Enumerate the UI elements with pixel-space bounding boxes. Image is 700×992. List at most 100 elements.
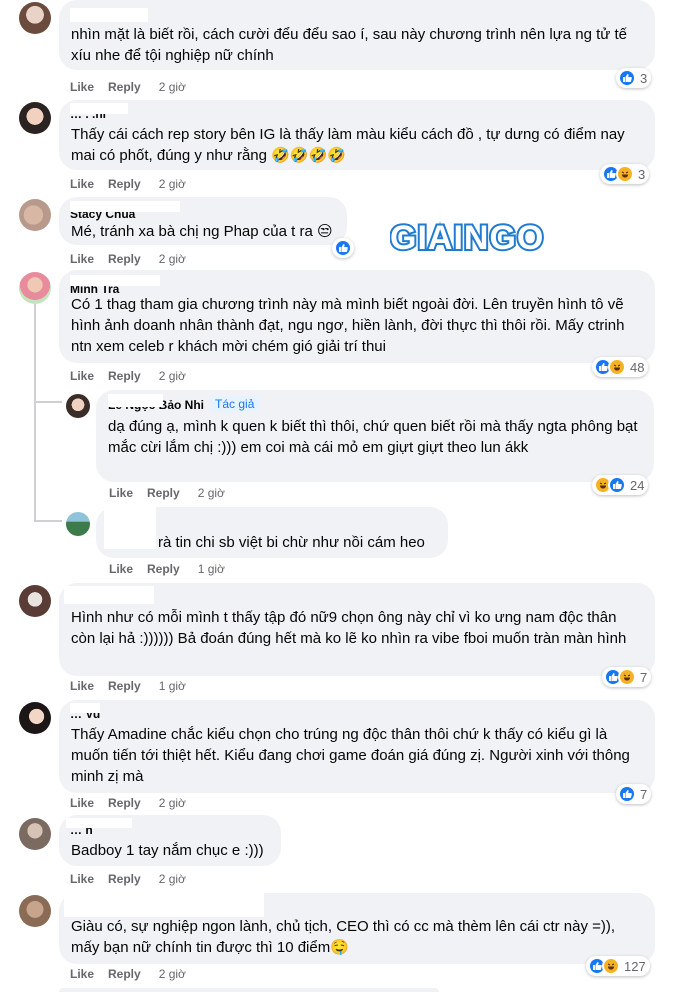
- timestamp[interactable]: 2 giờ: [159, 252, 186, 266]
- like-icon: [618, 69, 636, 87]
- timestamp[interactable]: 2 giờ: [159, 369, 186, 383]
- like-button[interactable]: Like: [70, 252, 94, 266]
- reply-button[interactable]: Reply: [108, 80, 141, 94]
- author-mask: [66, 818, 132, 828]
- like-button[interactable]: Like: [70, 369, 94, 383]
- reaction-summary[interactable]: 3: [600, 164, 650, 184]
- haha-icon: [608, 358, 626, 376]
- reply-actions: Like Reply 1 giờ: [109, 562, 239, 576]
- timestamp[interactable]: 2 giờ: [159, 80, 186, 94]
- thread-connector: [34, 401, 62, 403]
- avatar[interactable]: [66, 512, 90, 536]
- haha-icon: [616, 165, 634, 183]
- reply-actions: Like Reply 2 giờ: [109, 486, 239, 500]
- reply-text: rà tin chi sb việt bi chừ như nồi cám he…: [158, 534, 425, 551]
- comment-actions: Like Reply 2 giờ: [70, 177, 200, 191]
- reaction-count: 24: [630, 477, 645, 493]
- comment-text: Thấy Amadine chắc kiểu chọn cho trúng ng…: [71, 726, 630, 785]
- like-button[interactable]: Like: [70, 967, 94, 981]
- giaingo-logo: GIAINGO GIAINGO: [388, 217, 580, 260]
- avatar[interactable]: [19, 895, 51, 927]
- reaction-summary[interactable]: 48: [592, 357, 649, 377]
- author-badge: Tác giả: [210, 396, 260, 412]
- redacted-name: [70, 8, 148, 22]
- like-button[interactable]: Like: [109, 562, 133, 576]
- redacted-name: [104, 507, 156, 549]
- redacted-name: [64, 586, 154, 604]
- like-button[interactable]: Like: [70, 872, 94, 886]
- avatar[interactable]: [19, 2, 51, 34]
- redacted-name: [64, 893, 264, 917]
- like-icon: [608, 476, 626, 494]
- comment-text: Giàu có, sự nghiệp ngon lành, chủ tịch, …: [71, 918, 616, 956]
- avatar[interactable]: [19, 818, 51, 850]
- author-mask: [70, 103, 128, 114]
- comment-text: Hình như có mỗi mình t thấy tập đó nữ9 c…: [71, 609, 627, 647]
- reply-button[interactable]: Reply: [147, 562, 180, 576]
- like-icon: [618, 785, 636, 803]
- like-button[interactable]: Like: [70, 80, 94, 94]
- comment-actions: Like Reply 2 giờ: [70, 252, 200, 266]
- timestamp[interactable]: 2 giờ: [159, 177, 186, 191]
- reply-button[interactable]: Reply: [147, 486, 180, 500]
- timestamp[interactable]: 2 giờ: [159, 872, 186, 886]
- reaction-count: 3: [638, 166, 646, 182]
- reply-button[interactable]: Reply: [108, 369, 141, 383]
- reaction-summary[interactable]: 7: [602, 667, 652, 687]
- comment-actions: Like Reply 2 giờ: [70, 872, 200, 886]
- comment-text: Badboy 1 tay nắm chục e :))): [71, 842, 264, 859]
- comment-actions: Like Reply 2 giờ: [70, 80, 200, 94]
- like-button[interactable]: Like: [109, 486, 133, 500]
- like-button[interactable]: Like: [70, 679, 94, 693]
- like-icon: [334, 239, 352, 257]
- watermark-text-fill: GIAINGO: [390, 219, 544, 255]
- comment-text: Thấy cái cách rep story bên IG là thấy l…: [71, 126, 625, 164]
- reaction-summary[interactable]: 3: [616, 68, 652, 88]
- reply-button[interactable]: Reply: [108, 872, 141, 886]
- reaction-count: 7: [640, 786, 648, 802]
- reaction-count: 7: [640, 669, 648, 685]
- avatar[interactable]: [19, 585, 51, 617]
- reaction-count: 3: [640, 70, 648, 86]
- reply-text: dạ đúng ạ, mình k quen k biết thì thôi, …: [108, 418, 638, 456]
- comment-actions: Like Reply 1 giờ: [70, 679, 200, 693]
- comment-text: nhìn mặt là biết rồi, cách cười đểu đểu …: [71, 26, 627, 64]
- reply-button[interactable]: Reply: [108, 679, 141, 693]
- comment-actions: Like Reply 2 giờ: [70, 967, 200, 981]
- comment-actions: Like Reply 2 giờ: [70, 796, 200, 810]
- reply-button[interactable]: Reply: [108, 796, 141, 810]
- reaction-summary[interactable]: [332, 238, 354, 258]
- thread-line: [34, 300, 36, 522]
- reaction-summary[interactable]: 7: [616, 784, 652, 804]
- author-mask: [70, 275, 160, 286]
- author-mask: [70, 201, 180, 212]
- avatar[interactable]: [19, 272, 51, 304]
- reply-button[interactable]: Reply: [108, 252, 141, 266]
- timestamp[interactable]: 1 giờ: [198, 562, 225, 576]
- author-mask: [108, 394, 163, 407]
- reply-button[interactable]: Reply: [108, 177, 141, 191]
- author-mask: [70, 703, 100, 713]
- thread-connector: [34, 520, 62, 522]
- like-button[interactable]: Like: [70, 796, 94, 810]
- reaction-summary[interactable]: 127: [586, 956, 650, 976]
- timestamp[interactable]: 2 giờ: [159, 796, 186, 810]
- comment-text: Có 1 thag tham gia chương trình này mà m…: [71, 296, 625, 355]
- reaction-count: 48: [630, 359, 645, 375]
- timestamp[interactable]: 2 giờ: [159, 967, 186, 981]
- avatar[interactable]: [19, 102, 51, 134]
- avatar[interactable]: [19, 702, 51, 734]
- timestamp[interactable]: 2 giờ: [198, 486, 225, 500]
- haha-icon: [602, 957, 620, 975]
- comment-bubble: nhìn mặt là biết rồi, cách cười đểu đểu …: [59, 0, 655, 70]
- reply-button[interactable]: Reply: [108, 967, 141, 981]
- comment-text: Mé, tránh xa bà chị ng Phap của t ra 😒: [71, 223, 333, 240]
- avatar[interactable]: [66, 394, 90, 418]
- avatar[interactable]: [19, 199, 51, 231]
- comment-actions: Like Reply 2 giờ: [70, 369, 200, 383]
- bottom-fade: [59, 988, 439, 992]
- timestamp[interactable]: 1 giờ: [159, 679, 186, 693]
- reaction-summary[interactable]: 24: [592, 475, 649, 495]
- like-button[interactable]: Like: [70, 177, 94, 191]
- reaction-count: 127: [624, 958, 646, 974]
